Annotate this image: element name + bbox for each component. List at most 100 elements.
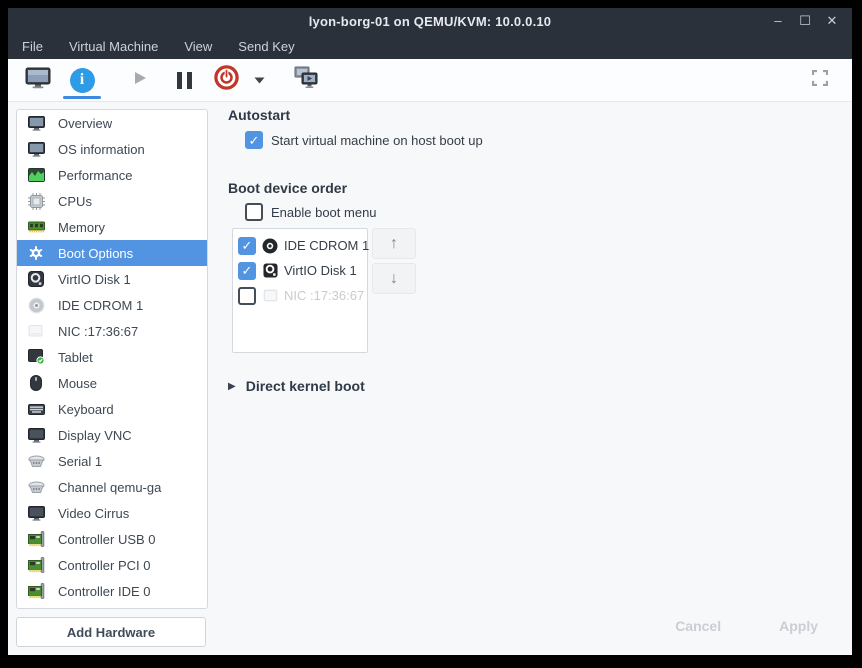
boot-device-checkbox[interactable] bbox=[238, 287, 256, 305]
sidebar-item-label: Tablet bbox=[58, 350, 93, 365]
cancel-button[interactable]: Cancel bbox=[675, 618, 721, 634]
console-monitor-icon bbox=[25, 67, 51, 94]
sidebar-item-controller-pci-0[interactable]: Controller PCI 0 bbox=[17, 552, 207, 578]
tablet-icon bbox=[27, 348, 45, 366]
fullscreen-icon bbox=[812, 70, 828, 91]
move-down-button[interactable]: ↓ bbox=[372, 263, 416, 294]
sidebar-item-label: Controller USB 0 bbox=[58, 532, 156, 547]
sidebar-item-performance[interactable]: Performance bbox=[17, 162, 207, 188]
close-icon[interactable]: ✕ bbox=[822, 8, 842, 34]
menu-virtual-machine[interactable]: Virtual Machine bbox=[56, 34, 171, 59]
nic-icon bbox=[27, 322, 45, 340]
menu-view[interactable]: View bbox=[171, 34, 225, 59]
window-controls: – ☐ ✕ bbox=[768, 8, 842, 34]
menubar: File Virtual Machine View Send Key bbox=[8, 34, 852, 59]
sidebar-item-label: Video Cirrus bbox=[58, 506, 129, 521]
show-details-button[interactable]: i bbox=[60, 59, 104, 101]
monitor-icon bbox=[27, 504, 45, 522]
body-area: Overview OS information Performance CPUs… bbox=[8, 102, 852, 655]
nic-icon bbox=[262, 288, 278, 304]
run-button[interactable] bbox=[120, 59, 160, 101]
menu-send-key[interactable]: Send Key bbox=[225, 34, 307, 59]
autostart-checkbox[interactable]: ✓ bbox=[245, 131, 263, 149]
autostart-checkbox-label[interactable]: Start virtual machine on host boot up bbox=[271, 133, 483, 148]
enable-boot-menu-label[interactable]: Enable boot menu bbox=[271, 205, 377, 220]
sidebar-item-display-vnc[interactable]: Display VNC bbox=[17, 422, 207, 448]
check-icon: ✓ bbox=[242, 239, 253, 252]
sidebar-item-controller-ide-0[interactable]: Controller IDE 0 bbox=[17, 578, 207, 604]
arrow-down-icon: ↓ bbox=[390, 270, 398, 288]
sidebar-item-cpus[interactable]: CPUs bbox=[17, 188, 207, 214]
pci-card-icon bbox=[27, 530, 45, 548]
power-icon bbox=[214, 65, 239, 95]
info-icon: i bbox=[70, 68, 95, 93]
snapshots-button[interactable] bbox=[284, 59, 328, 101]
boot-device-row-nic[interactable]: NIC :17:36:67 bbox=[233, 283, 367, 308]
check-icon: ✓ bbox=[249, 134, 260, 147]
menu-file[interactable]: File bbox=[22, 34, 56, 59]
enable-boot-menu-checkbox[interactable] bbox=[245, 203, 263, 221]
boot-device-row-disk[interactable]: ✓ VirtIO Disk 1 bbox=[233, 258, 367, 283]
boot-options-panel: Autostart ✓ Start virtual machine on hos… bbox=[220, 102, 852, 655]
ram-stick-icon bbox=[27, 218, 45, 236]
sidebar-item-channel-qemu-ga[interactable]: Channel qemu-ga bbox=[17, 474, 207, 500]
fullscreen-button[interactable] bbox=[800, 59, 840, 101]
sidebar-item-ide-cdrom-1[interactable]: IDE CDROM 1 bbox=[17, 292, 207, 318]
direct-kernel-boot-expander[interactable]: ▶ Direct kernel boot bbox=[228, 378, 365, 394]
sidebar-item-video-cirrus[interactable]: Video Cirrus bbox=[17, 500, 207, 526]
boot-order-heading: Boot device order bbox=[228, 180, 347, 196]
pci-card-icon bbox=[27, 582, 45, 600]
maximize-icon[interactable]: ☐ bbox=[795, 8, 815, 34]
move-up-button[interactable]: ↑ bbox=[372, 228, 416, 259]
sidebar-item-label: Channel qemu-ga bbox=[58, 480, 161, 495]
sidebar-item-partial[interactable] bbox=[17, 604, 207, 609]
titlebar[interactable]: lyon-borg-01 on QEMU/KVM: 10.0.0.10 – ☐ … bbox=[8, 8, 852, 34]
sidebar-item-label: CPUs bbox=[58, 194, 92, 209]
boot-device-row-cdrom[interactable]: ✓ IDE CDROM 1 bbox=[233, 233, 367, 258]
boot-device-checkbox[interactable]: ✓ bbox=[238, 262, 256, 280]
shutdown-button[interactable] bbox=[206, 59, 246, 101]
sidebar-item-label: Controller IDE 0 bbox=[58, 584, 150, 599]
sidebar-item-nic[interactable]: NIC :17:36:67 bbox=[17, 318, 207, 344]
sidebar-item-keyboard[interactable]: Keyboard bbox=[17, 396, 207, 422]
sidebar-item-controller-usb-0[interactable]: Controller USB 0 bbox=[17, 526, 207, 552]
monitor-icon bbox=[27, 140, 45, 158]
sidebar-item-tablet[interactable]: Tablet bbox=[17, 344, 207, 370]
sidebar-item-overview[interactable]: Overview bbox=[17, 110, 207, 136]
sidebar-item-label: NIC :17:36:67 bbox=[58, 324, 138, 339]
sidebar-item-mouse[interactable]: Mouse bbox=[17, 370, 207, 396]
sidebar-item-memory[interactable]: Memory bbox=[17, 214, 207, 240]
disk-icon bbox=[262, 263, 278, 279]
monitor-icon bbox=[27, 426, 45, 444]
sidebar-item-label: Display VNC bbox=[58, 428, 132, 443]
gear-icon bbox=[27, 244, 45, 262]
autostart-row: ✓ Start virtual machine on host boot up bbox=[245, 131, 483, 149]
shutdown-menu-button[interactable] bbox=[246, 59, 272, 101]
add-hardware-button[interactable]: Add Hardware bbox=[16, 617, 206, 647]
add-hardware-label: Add Hardware bbox=[67, 625, 155, 640]
toolbar: i bbox=[8, 59, 852, 102]
sidebar-item-os-information[interactable]: OS information bbox=[17, 136, 207, 162]
show-console-button[interactable] bbox=[16, 59, 60, 101]
sidebar-item-label: OS information bbox=[58, 142, 145, 157]
serial-port-icon bbox=[27, 478, 45, 496]
sidebar-item-label: Performance bbox=[58, 168, 132, 183]
snapshots-icon bbox=[293, 66, 319, 94]
autostart-heading: Autostart bbox=[228, 107, 290, 123]
sidebar-item-label: Memory bbox=[58, 220, 105, 235]
pci-card-icon bbox=[27, 608, 45, 609]
enable-boot-menu-row: Enable boot menu bbox=[245, 203, 377, 221]
pause-button[interactable] bbox=[164, 59, 204, 101]
sidebar-item-label: IDE CDROM 1 bbox=[58, 298, 143, 313]
boot-device-checkbox[interactable]: ✓ bbox=[238, 237, 256, 255]
cdrom-icon bbox=[27, 296, 45, 314]
sidebar-item-virtio-disk-1[interactable]: VirtIO Disk 1 bbox=[17, 266, 207, 292]
cpu-chip-icon bbox=[27, 192, 45, 210]
sidebar-item-label: Controller PCI 0 bbox=[58, 558, 150, 573]
check-icon: ✓ bbox=[242, 264, 253, 277]
minimize-icon[interactable]: – bbox=[768, 8, 788, 34]
vm-details-window: lyon-borg-01 on QEMU/KVM: 10.0.0.10 – ☐ … bbox=[8, 8, 852, 655]
sidebar-item-boot-options[interactable]: Boot Options bbox=[17, 240, 207, 266]
sidebar-item-serial-1[interactable]: Serial 1 bbox=[17, 448, 207, 474]
apply-button[interactable]: Apply bbox=[779, 618, 818, 634]
